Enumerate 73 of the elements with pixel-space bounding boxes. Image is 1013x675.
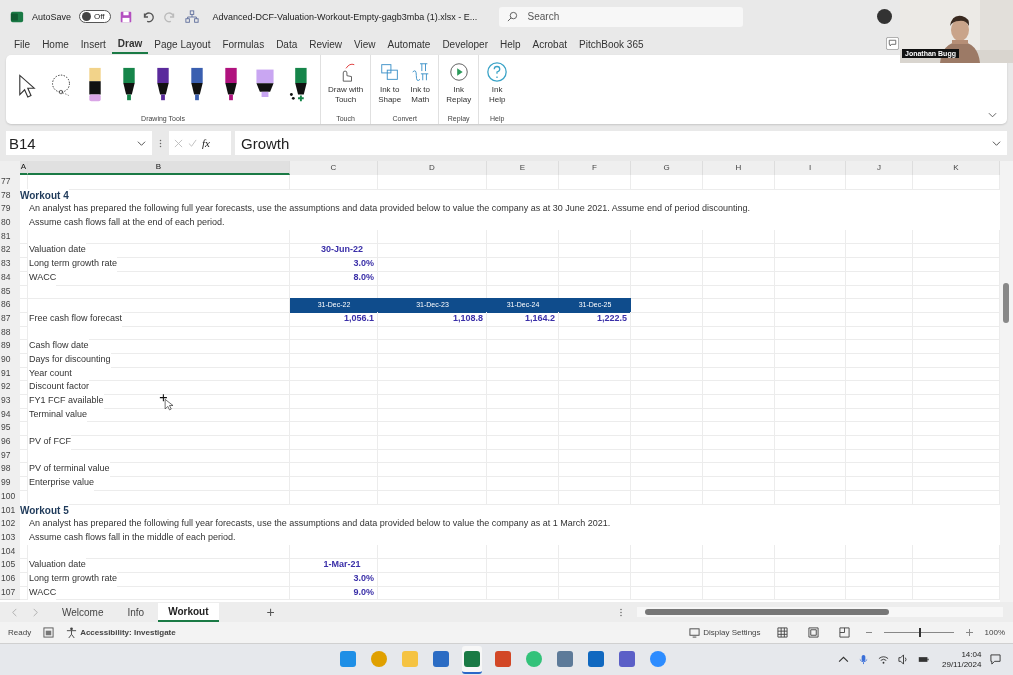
row-header[interactable]: 89 bbox=[0, 339, 20, 354]
ribbon-tab[interactable]: Developer bbox=[436, 35, 494, 53]
column-header[interactable]: G bbox=[631, 161, 703, 175]
row-label: PV of FCF bbox=[28, 435, 71, 450]
ribbon-tab[interactable]: Acrobat bbox=[526, 35, 573, 53]
column-header[interactable]: J bbox=[846, 161, 913, 175]
window-title: Advanced-DCF-Valuation-Workout-Empty-gagb3mba (1).xlsx - E... bbox=[212, 11, 479, 22]
display-settings-button[interactable]: Display Settings bbox=[689, 627, 761, 638]
row-header[interactable]: 86 bbox=[0, 298, 20, 313]
input-cell-text: 3.0% bbox=[353, 571, 375, 585]
ribbon-tab[interactable]: Insert bbox=[74, 35, 112, 53]
column-header[interactable]: E bbox=[487, 161, 559, 175]
ribbon-tab[interactable]: Automate bbox=[381, 35, 437, 53]
row-header[interactable]: 96 bbox=[0, 435, 20, 450]
accessibility-button[interactable]: Accessibility: Investigate bbox=[66, 627, 176, 638]
ribbon-tab[interactable]: Data bbox=[270, 35, 304, 53]
ribbon-tab[interactable]: Draw bbox=[111, 34, 149, 54]
input-cell-text: 3.0% bbox=[353, 257, 375, 271]
ribbon-tab[interactable]: File bbox=[8, 35, 37, 53]
row-header[interactable]: 105 bbox=[0, 558, 20, 573]
ribbon-button[interactable]: Draw with Touch bbox=[326, 59, 366, 111]
sheet-tab[interactable]: Info bbox=[117, 603, 155, 621]
row-label: Free cash flow forecast bbox=[28, 311, 123, 327]
ribbon-button[interactable]: Ink Replay bbox=[444, 59, 474, 111]
input-cell-text: 9.0% bbox=[353, 585, 375, 599]
column-header[interactable]: I bbox=[775, 161, 846, 175]
column-header[interactable]: C bbox=[290, 161, 378, 175]
input-cell-text: 30-Jun-22 bbox=[321, 243, 363, 257]
row-header[interactable]: 93 bbox=[0, 394, 20, 409]
zoom-level[interactable]: 100% bbox=[984, 628, 1005, 637]
value-cell-text: 1,108.8 bbox=[452, 311, 484, 325]
row-header[interactable]: 80 bbox=[0, 216, 20, 231]
row-label: Long term growth rate bbox=[28, 257, 118, 272]
sheet-tab[interactable]: Workout bbox=[158, 602, 219, 622]
input-cell-text: 8.0% bbox=[353, 270, 375, 284]
row-label: Enterprise value bbox=[28, 476, 95, 491]
autosave-toggle[interactable]: Off bbox=[79, 10, 111, 23]
ribbon-tab[interactable]: Help bbox=[493, 35, 527, 53]
row-label: Days for discounting bbox=[28, 352, 111, 368]
row-header[interactable]: 99 bbox=[0, 476, 20, 491]
value-cell-text: 1,056.1 bbox=[343, 311, 375, 325]
sheet-tab[interactable]: Welcome bbox=[52, 603, 114, 621]
ribbon-tab[interactable]: Formulas bbox=[216, 35, 271, 53]
value-cell-text: 1,164.2 bbox=[524, 311, 556, 325]
autosave-label: AutoSave bbox=[32, 11, 72, 22]
clock-time[interactable]: 14:04 bbox=[961, 649, 982, 660]
ribbon-tab[interactable]: Review bbox=[303, 35, 349, 53]
formula-field[interactable]: Growth bbox=[235, 131, 1007, 155]
ribbon-tab[interactable]: Page Layout bbox=[148, 35, 217, 53]
column-header[interactable]: D bbox=[378, 161, 487, 175]
column-header[interactable]: F bbox=[559, 161, 631, 175]
ribbon-tab[interactable]: View bbox=[348, 35, 382, 53]
search-field[interactable]: Search bbox=[525, 10, 730, 23]
ribbon-tab[interactable]: Home bbox=[36, 35, 75, 53]
ribbon-button[interactable]: Ink Help bbox=[484, 59, 511, 111]
row-header[interactable]: 102 bbox=[0, 517, 20, 532]
insert-function-button[interactable]: fx bbox=[202, 137, 210, 149]
status-text: Ready bbox=[8, 628, 32, 637]
row-label: Long term growth rate bbox=[28, 571, 118, 587]
search-box[interactable]: Search bbox=[498, 6, 743, 27]
input-cell-text: 1-Mar-21 bbox=[323, 558, 361, 572]
ribbon-tab[interactable]: PitchBook 365 bbox=[573, 35, 650, 53]
add-sheet-button[interactable]: + bbox=[266, 604, 275, 620]
column-header[interactable]: B bbox=[28, 161, 290, 175]
clock-date[interactable]: 29/11/2024 bbox=[942, 659, 982, 670]
ribbon-button[interactable]: Ink to Shape bbox=[376, 59, 404, 111]
name-box[interactable]: B14 bbox=[6, 131, 152, 155]
row-label: FY1 FCF available bbox=[28, 394, 104, 409]
row-header[interactable]: 77 bbox=[0, 175, 20, 190]
column-header[interactable]: H bbox=[703, 161, 775, 175]
value-cell-text: 1,222.5 bbox=[596, 311, 628, 325]
row-header[interactable]: 83 bbox=[0, 257, 20, 272]
ribbon-button[interactable]: Ink to Math bbox=[407, 59, 434, 111]
